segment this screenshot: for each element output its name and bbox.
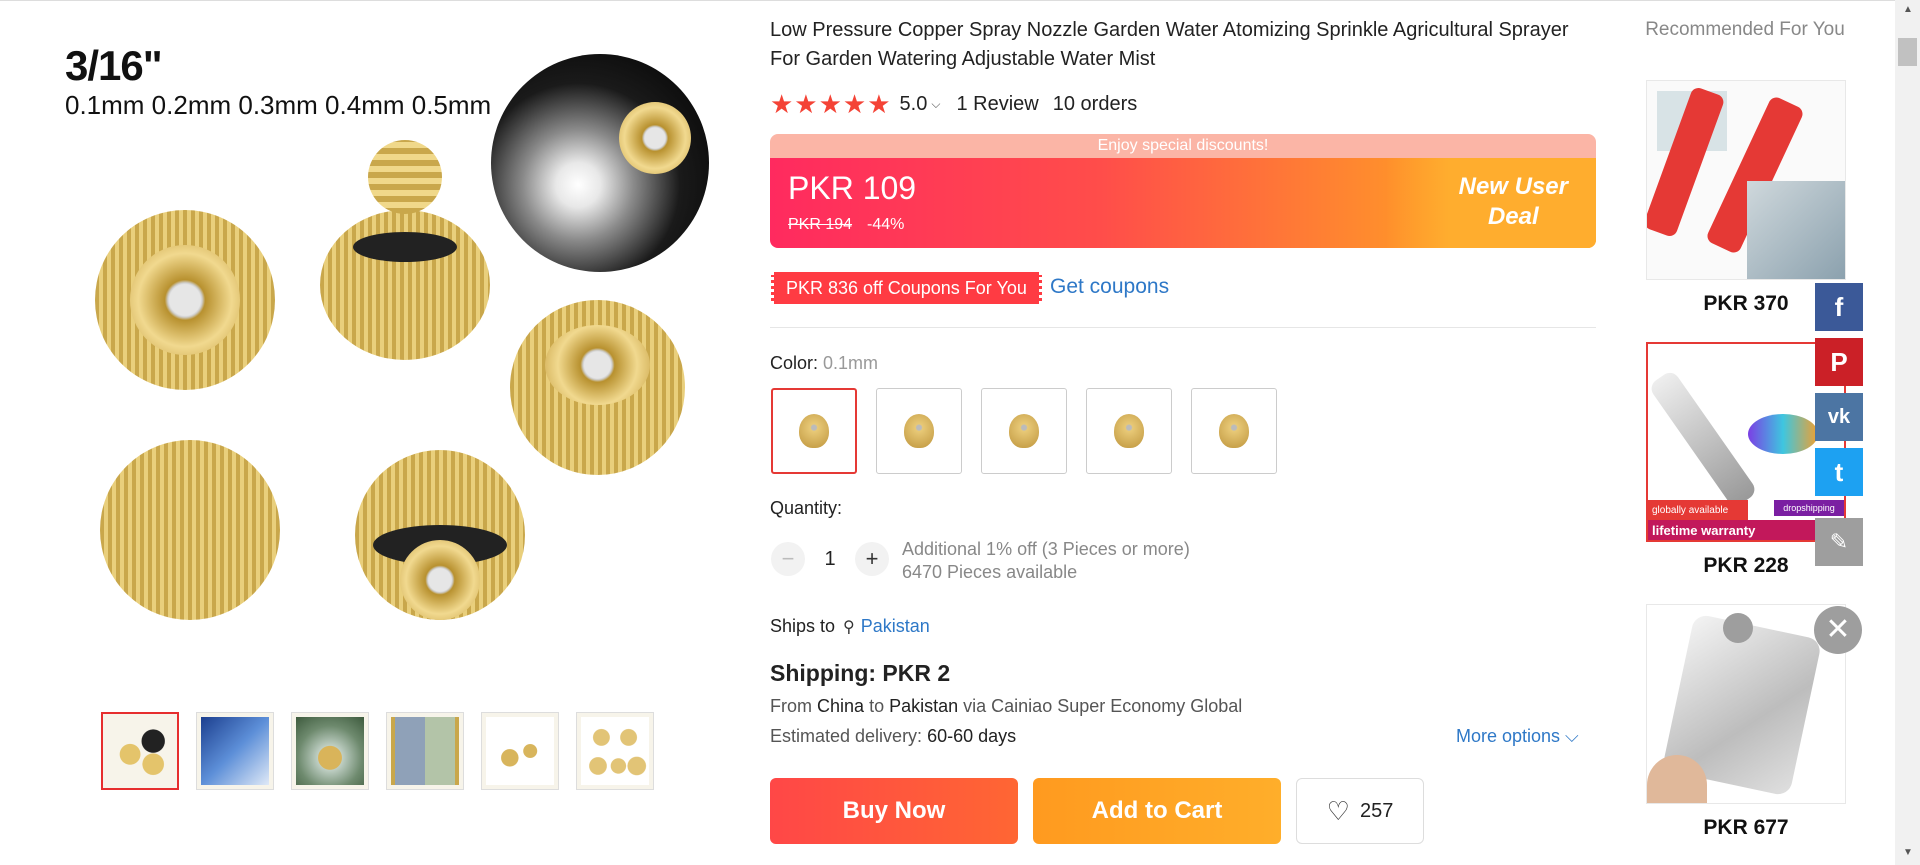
buy-now-button[interactable]: Buy Now (770, 778, 1018, 844)
shipping-cost: Shipping: PKR 2 (770, 660, 951, 686)
thumbnail-4[interactable] (386, 712, 464, 790)
vk-share-icon[interactable]: vk (1815, 393, 1863, 441)
order-count: 10 orders (1052, 93, 1138, 115)
scroll-down-arrow-icon[interactable]: ▼ (1903, 847, 1913, 858)
chevron-down-icon[interactable]: ⌵ (931, 97, 940, 112)
estimated-delivery: Estimated delivery: 60-60 days (770, 726, 1017, 746)
quantity-input[interactable]: 1 (820, 548, 840, 571)
get-coupons-link[interactable]: Get coupons (1050, 275, 1169, 299)
thumbnail-2[interactable] (196, 712, 274, 790)
rating-value[interactable]: 5.0 (900, 93, 928, 116)
top-border (0, 0, 1920, 1)
quantity-decrease-button[interactable]: − (771, 542, 805, 576)
facebook-share-icon[interactable]: f (1815, 283, 1863, 331)
ships-to: Ships to ⚲ Pakistan (770, 616, 930, 637)
current-price: PKR 109 (788, 170, 917, 206)
edit-icon[interactable]: ✎ (1815, 518, 1863, 566)
color-swatch-0.2mm[interactable] (876, 388, 962, 474)
recommended-title: Recommended For You (1645, 19, 1845, 40)
bulk-discount-note: Additional 1% off (3 Pieces or more) (902, 539, 1190, 559)
spray-mist-inset (491, 54, 709, 272)
recommended-item-price: PKR 677 (1703, 816, 1789, 839)
stock-available: 6470 Pieces available (902, 562, 1078, 582)
new-user-deal-badge: New User Deal (1458, 173, 1568, 230)
recommended-item-image[interactable] (1646, 80, 1846, 280)
wishlist-count: 257 (1359, 799, 1394, 822)
quantity-label: Quantity: (770, 498, 843, 518)
banner-note: Enjoy special discounts! (770, 134, 1596, 158)
add-to-cart-button[interactable]: Add to Cart (1033, 778, 1281, 844)
rating-stars-icon: ★★★★★ (770, 89, 892, 119)
image-size-list: 0.1mm 0.2mm 0.3mm 0.4mm 0.5mm (65, 90, 492, 120)
product-title: Low Pressure Copper Spray Nozzle Garden … (770, 19, 1569, 70)
wishlist-button[interactable]: ♡ 257 (1296, 778, 1424, 844)
color-swatch-0.1mm[interactable] (771, 388, 857, 474)
discount-percent: -44% (867, 216, 905, 233)
more-shipping-options-link[interactable]: More options ⌵ (1456, 726, 1579, 747)
thumbnail-3[interactable] (291, 712, 369, 790)
rating-row: ★★★★★ 5.0 ⌵ 1 Review 10 orders (770, 89, 1137, 120)
thumbnail-6[interactable] (576, 712, 654, 790)
divider (770, 327, 1596, 328)
color-swatches (771, 388, 1277, 474)
color-swatch-0.3mm[interactable] (981, 388, 1067, 474)
color-swatch-0.5mm[interactable] (1191, 388, 1277, 474)
price-banner: Enjoy special discounts! PKR 109 PKR 194… (770, 134, 1596, 248)
location-pin-icon: ⚲ (843, 618, 855, 636)
pinterest-share-icon[interactable]: P (1815, 338, 1863, 386)
scrollbar-thumb[interactable] (1898, 38, 1917, 66)
ship-country-selector[interactable]: Pakistan (861, 616, 930, 637)
heart-icon: ♡ (1326, 795, 1350, 826)
thumbnail-1[interactable] (101, 712, 179, 790)
quantity-increase-button[interactable]: + (855, 542, 889, 576)
color-swatch-0.4mm[interactable] (1086, 388, 1172, 474)
main-product-image[interactable]: 3/16" 0.1mm 0.2mm 0.3mm 0.4mm 0.5mm (55, 20, 715, 680)
coupon-tag[interactable]: PKR 836 off Coupons For You (771, 272, 1042, 304)
shipping-route: From China to Pakistan via Cainiao Super… (770, 696, 1243, 716)
close-icon[interactable]: ✕ (1814, 606, 1862, 654)
thumbnail-5[interactable] (481, 712, 559, 790)
image-size-title: 3/16" (65, 42, 163, 89)
scrollbar[interactable]: ▲ ▼ (1895, 0, 1920, 865)
selected-color-value: 0.1mm (823, 353, 879, 373)
scroll-up-arrow-icon[interactable]: ▲ (1903, 4, 1913, 15)
twitter-share-icon[interactable]: t (1815, 448, 1863, 496)
thumbnail-strip (101, 712, 654, 790)
recommended-item[interactable]: PKR 370 (1646, 80, 1846, 316)
review-count[interactable]: 1 Review (956, 93, 1038, 116)
original-price: PKR 194 (788, 216, 853, 233)
quantity-info: Additional 1% off (3 Pieces or more) 647… (902, 538, 1190, 584)
color-label: Color: 0.1mm (770, 353, 879, 373)
